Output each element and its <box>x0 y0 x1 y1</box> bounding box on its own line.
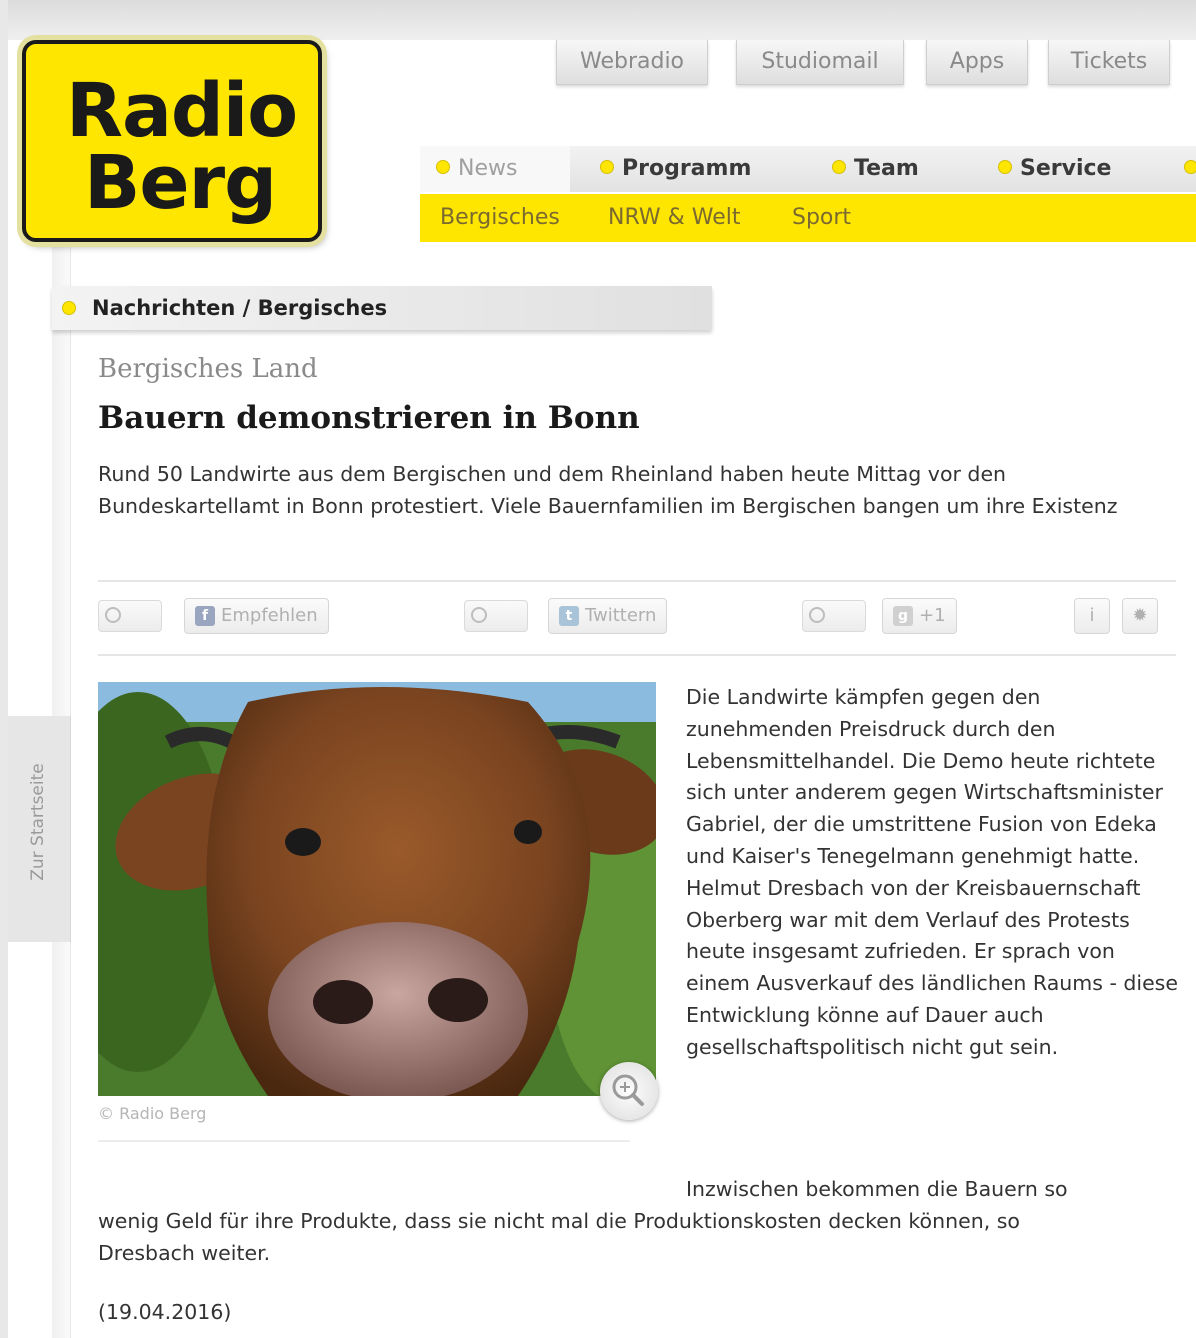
nav-news[interactable]: News <box>420 146 570 192</box>
sub-nav: Bergisches NRW & Welt Sport <box>420 194 1196 242</box>
article-body-paragraph-2-start: Inzwischen bekommen die Bauern so <box>686 1177 1068 1201</box>
nav-more-bullet <box>1184 146 1196 192</box>
facebook-icon: f <box>195 606 215 626</box>
bullet-icon <box>436 160 450 174</box>
nav-programm[interactable]: Programm <box>600 146 751 192</box>
top-band <box>0 0 1196 40</box>
logo-line-2: Berg <box>84 140 277 226</box>
tab-tickets[interactable]: Tickets <box>1048 40 1170 85</box>
nav-team[interactable]: Team <box>832 146 919 192</box>
subnav-bergisches[interactable]: Bergisches <box>440 194 560 242</box>
bullet-icon <box>600 160 614 174</box>
nav-service[interactable]: Service <box>998 146 1111 192</box>
twitter-tweet-button[interactable]: t Twittern <box>548 598 668 634</box>
left-rail <box>0 0 8 1338</box>
gplus-toggle[interactable] <box>802 600 866 632</box>
facebook-recommend-button[interactable]: f Empfehlen <box>184 598 329 634</box>
toggle-knob-icon <box>471 607 487 623</box>
breadcrumb-text: Nachrichten / Bergisches <box>92 296 388 320</box>
tab-webradio[interactable]: Webradio <box>556 40 708 85</box>
image-credit: © Radio Berg <box>98 1104 207 1123</box>
article-body-paragraph-2-rest: wenig Geld für ihre Produkte, dass sie n… <box>98 1209 1020 1265</box>
gplus-button[interactable]: g +1 <box>882 598 957 634</box>
google-plus-icon: g <box>893 606 913 626</box>
nav-news-label: News <box>458 156 518 181</box>
toggle-knob-icon <box>105 607 121 623</box>
article-image[interactable] <box>98 682 656 1096</box>
twitter-label: Twittern <box>585 605 657 626</box>
facebook-toggle[interactable] <box>98 600 162 632</box>
main-nav: News Programm Team Service <box>420 146 1196 192</box>
nav-team-label: Team <box>854 156 919 181</box>
gplus-label: +1 <box>919 605 946 626</box>
bullet-icon <box>62 301 76 315</box>
facebook-label: Empfehlen <box>221 605 318 626</box>
bullet-icon <box>1184 160 1196 174</box>
twitter-icon: t <box>559 606 579 626</box>
sidetab-startseite[interactable]: Zur Startseite <box>8 716 71 942</box>
tab-apps[interactable]: Apps <box>926 40 1028 85</box>
radio-berg-logo[interactable]: Radio Berg <box>22 40 322 242</box>
bullet-icon <box>998 160 1012 174</box>
subnav-sport[interactable]: Sport <box>792 194 851 242</box>
article-date: (19.04.2016) <box>98 1300 232 1324</box>
subnav-nrw-welt[interactable]: NRW & Welt <box>608 194 740 242</box>
toggle-knob-icon <box>809 607 825 623</box>
cow-photo <box>98 682 656 1096</box>
zoom-magnifier-icon[interactable] <box>600 1062 658 1120</box>
nav-service-label: Service <box>1020 156 1112 181</box>
twitter-toggle[interactable] <box>464 600 528 632</box>
article-teaser: Rund 50 Landwirte aus dem Bergischen und… <box>98 462 1118 518</box>
social-share-bar: f Empfehlen t Twittern g +1 i ✹ <box>98 580 1176 656</box>
sidetab-label: Zur Startseite <box>28 763 48 881</box>
article-kicker: Bergisches Land <box>98 354 318 384</box>
nav-programm-label: Programm <box>622 156 752 181</box>
breadcrumb: Nachrichten / Bergisches <box>52 286 712 330</box>
article-headline: Bauern demonstrieren in Bonn <box>98 400 640 436</box>
bullet-icon <box>832 160 846 174</box>
logo-line-1: Radio <box>66 68 298 154</box>
settings-gear-icon[interactable]: ✹ <box>1122 598 1158 634</box>
image-divider <box>98 1140 630 1142</box>
info-icon[interactable]: i <box>1074 598 1110 634</box>
article-body-paragraph-1: Die Landwirte kämpfen gegen den zunehmen… <box>686 685 1178 1059</box>
tab-studiomail[interactable]: Studiomail <box>736 40 904 85</box>
magnifier-svg <box>612 1074 644 1106</box>
